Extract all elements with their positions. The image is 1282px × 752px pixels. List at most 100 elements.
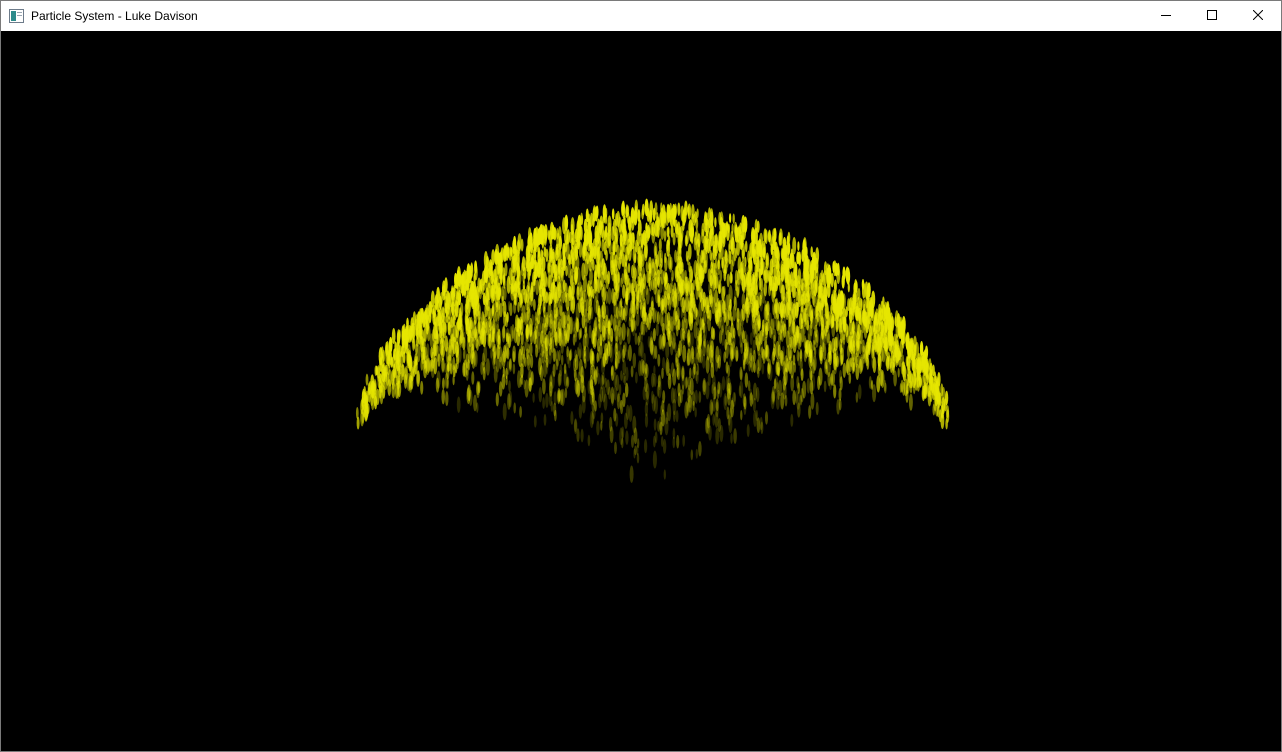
particle [845, 266, 850, 283]
particle [574, 330, 578, 343]
particle [847, 282, 850, 293]
particle [838, 398, 842, 411]
particle [719, 424, 724, 442]
particle [532, 330, 537, 345]
minimize-button[interactable] [1143, 1, 1189, 31]
particle [440, 347, 444, 363]
particle [833, 279, 837, 293]
particle [580, 374, 584, 389]
close-button[interactable] [1235, 1, 1281, 31]
particle [602, 212, 606, 224]
particle [423, 327, 427, 343]
particle [653, 435, 656, 448]
particle [618, 383, 622, 396]
particle [672, 232, 676, 246]
particle [714, 302, 718, 319]
particle [845, 359, 849, 374]
particle [842, 293, 846, 311]
particle [519, 297, 524, 312]
particle [628, 316, 631, 328]
particle [525, 324, 530, 340]
particle [655, 322, 659, 337]
maximize-icon [1207, 7, 1217, 25]
particle [695, 309, 700, 326]
particle [612, 218, 617, 236]
particle [701, 317, 705, 328]
particle [430, 358, 434, 372]
particle [502, 402, 507, 421]
particle [773, 378, 777, 390]
particle [563, 311, 568, 329]
particle [705, 417, 709, 434]
render-viewport[interactable] [1, 31, 1281, 751]
particle [493, 365, 498, 383]
particle [617, 271, 621, 284]
particle [659, 297, 664, 311]
particle [852, 361, 856, 373]
particle [858, 384, 862, 400]
particle [664, 312, 669, 331]
particle [537, 357, 542, 376]
particle [690, 449, 694, 461]
particle [580, 428, 584, 443]
particle [826, 271, 831, 289]
particle [715, 401, 719, 418]
particle [601, 310, 605, 322]
particle [624, 382, 629, 398]
particle [542, 301, 545, 313]
particle [889, 324, 893, 342]
particle [632, 352, 637, 369]
particle [504, 242, 509, 261]
particle [576, 219, 580, 236]
particle [385, 371, 390, 386]
particle [636, 229, 641, 247]
particle [905, 332, 910, 350]
particle [862, 298, 866, 311]
particle [733, 221, 738, 237]
particle [525, 284, 530, 304]
particle [596, 420, 600, 436]
particle [907, 368, 912, 384]
particle [855, 391, 859, 403]
particle [672, 296, 675, 308]
particle [607, 222, 612, 237]
particle [446, 377, 449, 389]
particle [470, 346, 475, 365]
particle [746, 284, 750, 302]
particle [632, 246, 637, 263]
particle [735, 349, 739, 362]
title-bar[interactable]: Particle System - Luke Davison [1, 1, 1281, 31]
particle [806, 319, 810, 331]
particle [938, 392, 942, 407]
particle [727, 377, 731, 394]
particle [694, 274, 698, 287]
particle [695, 370, 699, 384]
particle [763, 228, 767, 243]
particle [519, 316, 523, 331]
particle [685, 318, 688, 329]
particle [436, 298, 440, 313]
particle [522, 280, 526, 291]
particle [605, 314, 609, 329]
particle [490, 286, 495, 304]
particle [643, 439, 648, 454]
particle [749, 332, 753, 345]
particle [605, 249, 608, 261]
particle [652, 207, 656, 221]
particle [604, 348, 609, 365]
particle [757, 319, 761, 332]
particle [442, 377, 445, 390]
particle [608, 386, 611, 400]
particle [519, 405, 522, 418]
particle [510, 276, 515, 293]
particle [645, 261, 649, 273]
maximize-button[interactable] [1189, 1, 1235, 31]
particle [641, 360, 645, 374]
particle [824, 333, 828, 346]
particle [542, 282, 546, 296]
particle [545, 291, 549, 304]
particle [578, 342, 583, 361]
particle [585, 208, 589, 223]
particle [545, 276, 548, 288]
particle [932, 382, 936, 396]
